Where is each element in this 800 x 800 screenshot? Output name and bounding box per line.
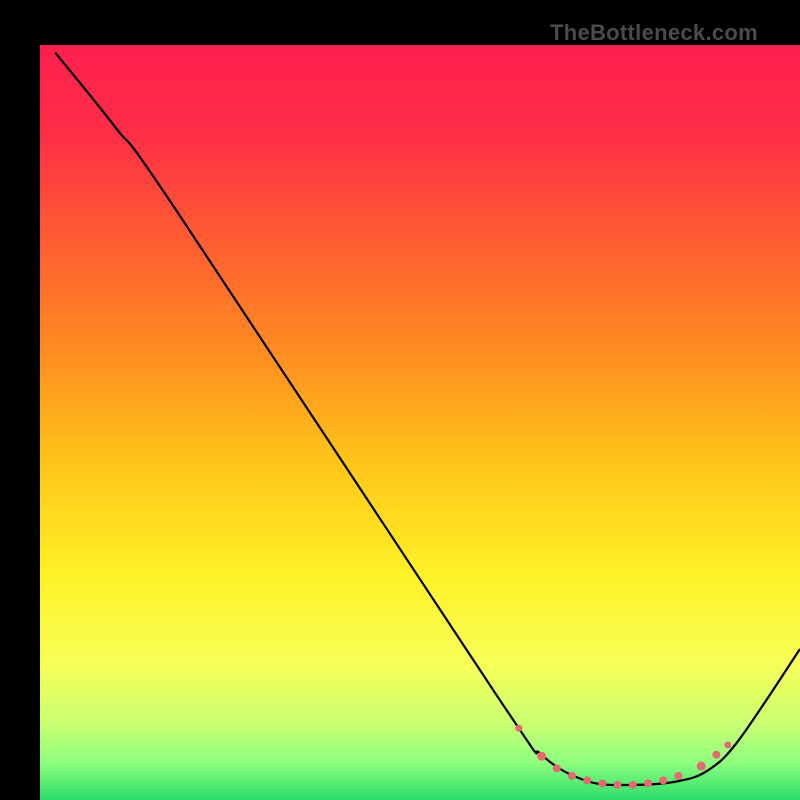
gradient-background xyxy=(40,45,800,800)
data-marker xyxy=(537,752,546,761)
chart-plot xyxy=(40,45,800,800)
data-marker xyxy=(598,779,606,787)
data-marker xyxy=(629,781,637,789)
chart-frame: TheBottleneck.com xyxy=(20,20,780,780)
data-marker xyxy=(568,772,576,780)
data-marker xyxy=(712,751,720,759)
data-marker xyxy=(553,764,561,772)
data-marker xyxy=(659,776,667,784)
data-marker xyxy=(674,772,682,780)
data-marker xyxy=(697,762,706,771)
data-marker xyxy=(644,779,652,787)
data-marker xyxy=(583,776,591,784)
attribution-text: TheBottleneck.com xyxy=(550,20,758,46)
data-marker xyxy=(614,781,622,789)
data-marker xyxy=(515,725,522,732)
data-marker xyxy=(724,741,731,748)
